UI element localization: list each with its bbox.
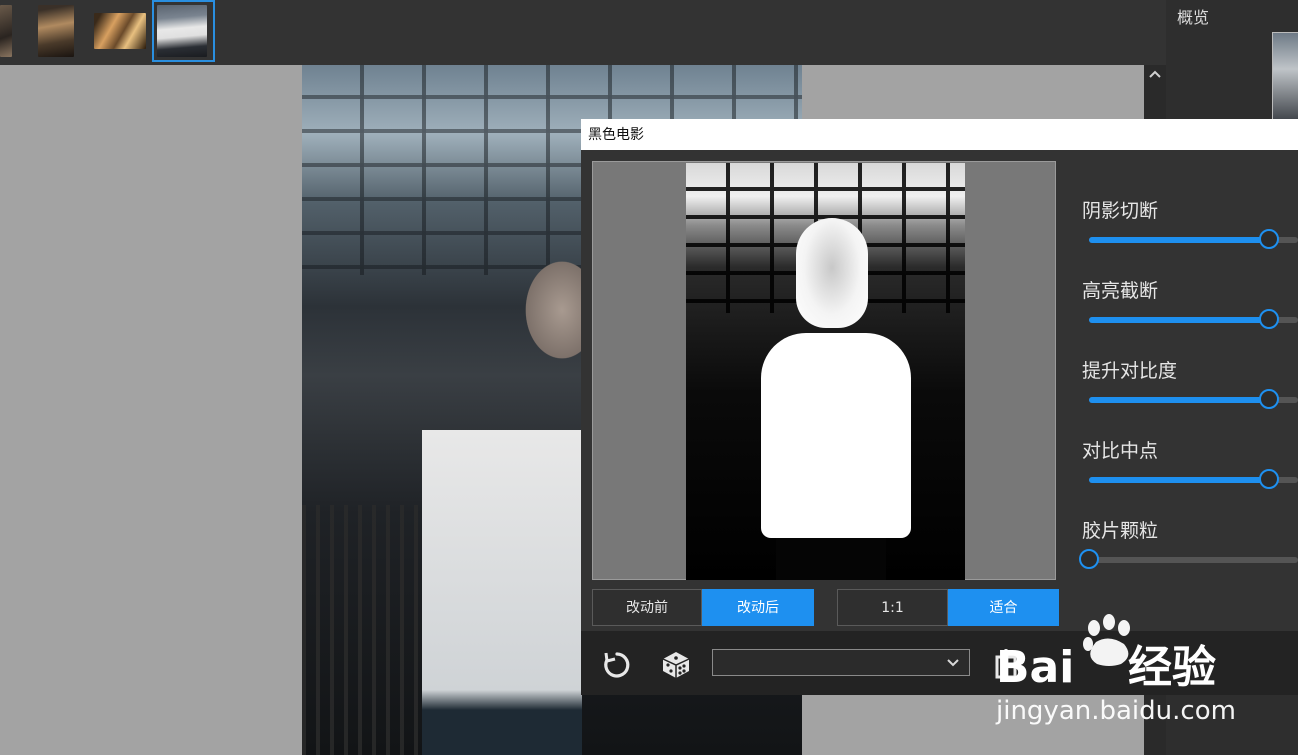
overview-title: 概览 [1177,8,1210,27]
watermark-url: jingyan.baidu.com [996,696,1236,726]
thumbnail-1[interactable] [0,5,12,57]
preview-subject [756,218,911,580]
slider-fill [1089,237,1269,243]
film-grain-label: 胶片颗粒 [1082,520,1159,542]
preview-body [761,333,911,538]
after-button[interactable]: 改动后 [702,589,814,626]
svg-text:经验: 经验 [1128,642,1216,693]
preset-dropdown[interactable] [712,649,970,676]
dialog-title: 黑色电影 [588,127,644,143]
thumbnail-3[interactable] [94,13,146,49]
chevron-down-icon[interactable] [945,654,961,670]
noir-filter-dialog: 黑色电影 改动前 改动后 1:1 适合 阴影切断 高亮截断 提升对比度 对比中点 [581,119,1298,695]
reset-icon[interactable] [601,649,633,681]
thumbnail-4[interactable] [157,5,207,57]
shadow-cut-slider[interactable] [1089,229,1298,249]
slider-thumb[interactable] [1258,469,1279,489]
subject [422,170,582,755]
preview-head [796,218,868,328]
slider-fill [1089,317,1269,323]
preview-image [686,163,965,580]
highlight-cut-slider[interactable] [1089,309,1298,329]
boost-contrast-label: 提升对比度 [1082,360,1178,382]
svg-text:Bai: Bai [996,642,1074,693]
zoom-1to1-button[interactable]: 1:1 [837,589,948,626]
boost-contrast-slider[interactable] [1089,389,1298,409]
slider-thumb[interactable] [1258,389,1279,409]
slider-thumb[interactable] [1258,309,1279,329]
contrast-midpoint-label: 对比中点 [1082,440,1159,462]
highlight-cut-label: 高亮截断 [1082,280,1159,302]
before-button[interactable]: 改动前 [592,589,702,626]
overview-thumbnail[interactable] [1272,32,1298,124]
baidu-logo: Bai 经验 [996,614,1216,693]
preview-legs [776,538,886,580]
dice-icon[interactable] [659,647,693,681]
filmstrip [0,0,1166,65]
film-grain-slider[interactable] [1079,549,1298,569]
preview-frame [592,161,1056,580]
shadow-cut-label: 阴影切断 [1082,200,1159,222]
slider-fill [1089,477,1269,483]
baidu-watermark: Bai 经验 jingyan.baidu.com [996,612,1246,732]
slider-thumb[interactable] [1258,229,1279,249]
thumbnail-2[interactable] [38,5,74,57]
contrast-midpoint-slider[interactable] [1089,469,1298,489]
slider-thumb[interactable] [1079,549,1099,569]
dialog-titlebar[interactable]: 黑色电影 [581,119,1298,150]
slider-fill [1089,397,1269,403]
chevron-up-icon[interactable] [1148,69,1162,79]
